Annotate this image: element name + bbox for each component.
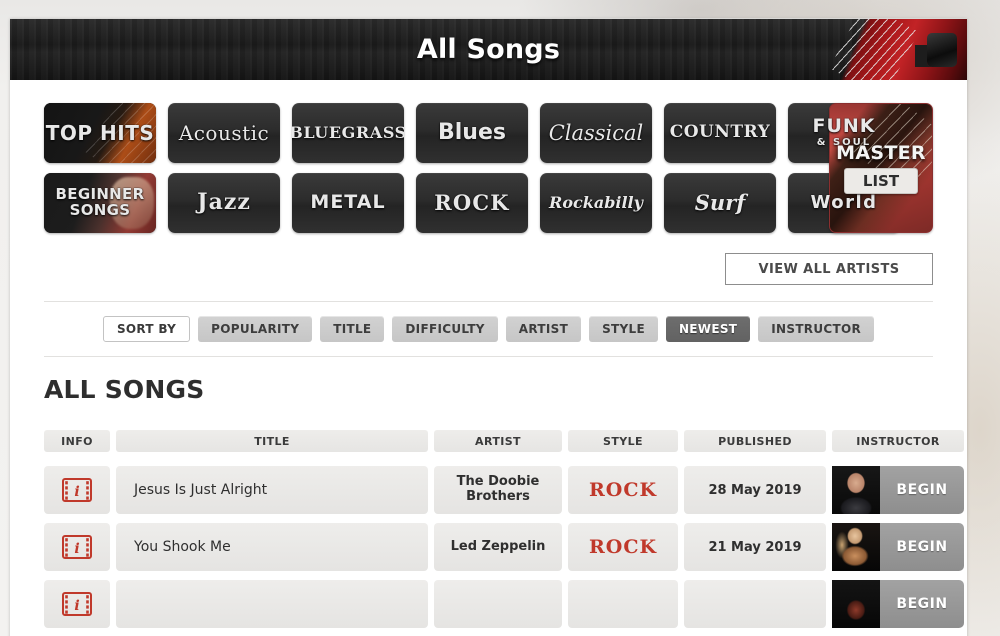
page-banner: All Songs [10,18,967,80]
song-style[interactable]: ROCK [568,466,678,514]
instructor-avatar[interactable] [832,580,880,628]
genre-tile-country[interactable]: COUNTRY [664,103,776,163]
begin-button[interactable]: BEGIN [880,466,964,514]
sort-option-popularity[interactable]: POPULARITY [198,316,313,342]
svg-text:i: i [74,541,79,557]
song-title[interactable]: You Shook Me [116,523,428,571]
song-style[interactable]: ROCK [568,523,678,571]
artists-row: VIEW ALL ARTISTS [10,243,967,285]
sort-option-instructor[interactable]: INSTRUCTOR [758,316,875,342]
genre-tile-classical[interactable]: Classical [540,103,652,163]
genre-tile-label: Surf [694,189,746,215]
info-button[interactable]: i [44,523,110,571]
genre-tile-surf[interactable]: Surf [664,173,776,233]
table-body: i Jesus Is Just Alright The Doobie Brothers… [44,466,964,628]
genre-tile-label: World [810,191,878,213]
column-header-title: TITLE [116,430,428,452]
info-button[interactable]: i [44,580,110,628]
info-button[interactable]: i [44,466,110,514]
song-published-date: 21 May 2019 [684,523,826,571]
begin-button[interactable]: BEGIN [880,523,964,571]
instructor-cell: BEGIN [832,466,964,514]
genre-tile-metal[interactable]: METAL [292,173,404,233]
genre-filter-grid: TOP HITS Acoustic BLUEGRASS Blues Classical C… [10,80,967,233]
sort-option-newest[interactable]: NEWEST [665,316,751,342]
genre-tile-acoustic[interactable]: Acoustic [168,103,280,163]
genre-tile-label: BLUEGRASS [292,122,404,142]
song-published-date: 28 May 2019 [684,466,826,514]
page-shell: All Songs TOP HITS Acoustic BLUEGRASS Blues… [10,18,967,636]
song-artist[interactable]: Led Zeppelin [434,523,562,571]
song-style[interactable] [568,580,678,628]
master-list-title: MASTER [836,142,926,164]
master-list-button[interactable]: LIST [843,168,919,194]
genre-tile-label: ROCK [434,189,510,215]
genre-tile-beginner-songs[interactable]: BEGINNER SONGS [44,173,156,233]
table-header-row: INFO TITLE ARTIST STYLE PUBLISHED INSTRUCTOR [44,430,964,452]
genre-tile-jazz[interactable]: Jazz [168,173,280,233]
genre-row-2: BEGINNER SONGS Jazz METAL ROCK Rockabilly Surf… [44,173,933,233]
column-header-style: STYLE [568,430,678,452]
instructor-cell: BEGIN [832,523,964,571]
column-header-info: INFO [44,430,110,452]
film-info-icon: i [62,478,92,502]
genre-tile-label: TOP HITS [45,120,155,145]
begin-button[interactable]: BEGIN [880,580,964,628]
song-artist[interactable]: The Doobie Brothers [434,466,562,514]
song-style-label: ROCK [589,536,657,558]
genre-tile-label: BEGINNER SONGS [55,185,145,219]
page-title: All Songs [416,34,561,65]
song-published-date [684,580,826,628]
genre-tile-label: Jazz [197,189,251,216]
genre-tile-rock[interactable]: ROCK [416,173,528,233]
film-info-icon: i [62,592,92,616]
sort-option-title[interactable]: TITLE [320,316,385,342]
sort-option-style[interactable]: STYLE [589,316,658,342]
column-header-published: PUBLISHED [684,430,826,452]
column-header-artist: ARTIST [434,430,562,452]
genre-tile-label: Rockabilly [549,192,643,212]
song-style-label: ROCK [589,479,657,501]
sort-option-artist[interactable]: ARTIST [505,316,582,342]
genre-tile-blues[interactable]: Blues [416,103,528,163]
instructor-avatar[interactable] [832,466,880,514]
svg-text:i: i [74,484,79,500]
film-info-icon: i [62,535,92,559]
genre-tile-top-hits[interactable]: TOP HITS [44,103,156,163]
column-header-instructor: INSTRUCTOR [832,430,964,452]
instructor-avatar[interactable] [832,523,880,571]
genre-tile-label: COUNTRY [669,122,771,143]
genre-tile-label: Acoustic [178,120,270,145]
genre-tile-label: METAL [310,191,386,214]
song-title[interactable] [116,580,428,628]
song-listing: ALL SONGS INFO TITLE ARTIST STYLE PUBLISHED I… [10,357,967,628]
song-title[interactable]: Jesus Is Just Alright [116,466,428,514]
svg-text:i: i [74,598,79,614]
view-all-artists-button[interactable]: VIEW ALL ARTISTS [725,253,933,285]
genre-tile-rockabilly[interactable]: Rockabilly [540,173,652,233]
genre-tile-label: Blues [438,120,506,146]
section-title: ALL SONGS [44,375,205,404]
table-row[interactable]: i You Shook Me Led Zeppelin ROCK 21 May 2019… [44,523,964,571]
instructor-cell: BEGIN [832,580,964,628]
sort-option-difficulty[interactable]: DIFFICULTY [392,316,498,342]
sort-by-label: SORT BY [102,316,191,342]
table-row[interactable]: i Jesus Is Just Alright The Doobie Brothers… [44,466,964,514]
table-row[interactable]: i BEGIN [44,580,964,628]
guitar-illustration-icon [837,19,967,80]
sort-bar: SORT BY POPULARITY TITLE DIFFICULTY ARTIST ST… [10,302,967,356]
genre-row-1: TOP HITS Acoustic BLUEGRASS Blues Classical C… [44,103,933,163]
song-artist[interactable] [434,580,562,628]
genre-tile-bluegrass[interactable]: BLUEGRASS [292,103,404,163]
genre-tile-label: Classical [548,120,644,145]
